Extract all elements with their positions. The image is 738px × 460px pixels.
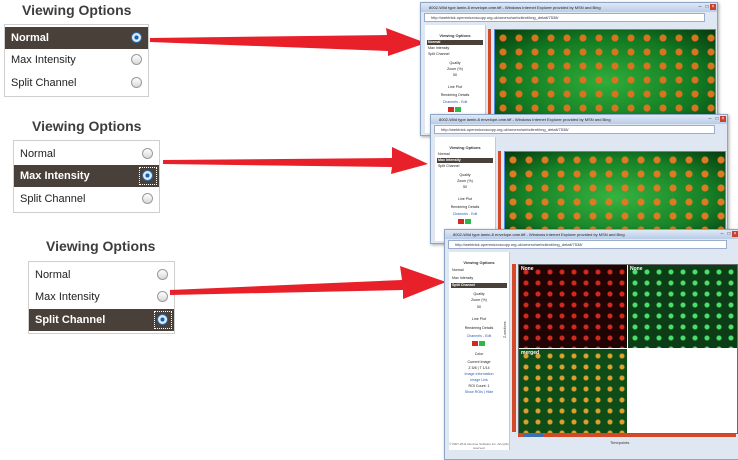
viewer-sidebar: Viewing Options Normal Max Intensity Spl… — [435, 137, 496, 241]
rendering-details-label: Rendering Details — [450, 205, 480, 209]
window-title: 8002-Wild type lamin-8 envelope.ome.tiff… — [431, 115, 727, 124]
image-information-link[interactable]: Image Information — [449, 372, 509, 376]
quality-label: Quality — [449, 61, 461, 65]
current-image-value: Z 5/8 | T 1/14 — [468, 366, 490, 370]
option-max-intensity[interactable]: Max Intensity — [437, 158, 493, 163]
channel-red-toggle[interactable] — [472, 341, 478, 346]
z-axis-label: Z-sections — [503, 321, 507, 338]
sidebar-title: Viewing Options — [439, 33, 471, 38]
sidebar-title: Viewing Options — [463, 260, 495, 265]
channel-green-toggle[interactable] — [455, 107, 461, 112]
line-plot-label[interactable]: Line Plot — [425, 85, 485, 89]
show-rois-link[interactable]: Show ROIs | Hide — [449, 390, 509, 394]
zoom-value[interactable]: 50 — [435, 185, 495, 189]
option-normal[interactable]: Normal — [451, 268, 507, 273]
zoom-value[interactable]: 50 — [425, 73, 485, 77]
z-slider[interactable] — [498, 151, 501, 241]
z-slider[interactable] — [512, 264, 516, 432]
close-icon[interactable]: × — [732, 231, 738, 237]
close-icon[interactable]: × — [710, 4, 716, 10]
close-icon[interactable]: × — [720, 116, 726, 122]
zoom-label: Zoom (%) — [457, 179, 473, 183]
option-split-channel[interactable]: Split Channel — [451, 283, 507, 288]
quality-label: Quality — [459, 173, 471, 177]
address-bar[interactable]: http://webtrick.openmicroscopy.org.uk/om… — [424, 13, 705, 22]
arrow-icon — [163, 147, 428, 174]
rendering-details-label: Rendering Details — [464, 326, 494, 330]
option-max-intensity[interactable]: Max Intensity — [451, 276, 507, 281]
split-channel-grid: None None merged — [518, 264, 738, 434]
panel-label: merged — [521, 350, 540, 356]
address-bar[interactable]: http://webtrick.openmicroscopy.org.uk/om… — [448, 240, 727, 249]
browser-window-max-intensity: 8002-Wild type lamin-8 envelope.ome.tiff… — [430, 114, 728, 244]
channel-green-toggle[interactable] — [479, 341, 485, 346]
t-axis-label: Timepoints — [610, 440, 630, 445]
image-link[interactable]: Image Link — [449, 378, 509, 382]
window-title: 8002-Wild type lamin-8 envelope.ome.tiff… — [421, 3, 717, 12]
zoom-label: Zoom (%) — [471, 298, 487, 302]
zoom-value[interactable]: 50 — [449, 305, 509, 309]
channel-red-toggle[interactable] — [448, 107, 454, 112]
current-image-label: Current Image — [467, 360, 491, 364]
t-slider-thumb[interactable] — [523, 434, 543, 437]
zoom-label: Zoom (%) — [447, 67, 463, 71]
address-bar[interactable]: http://webtrick.openmicroscopy.org.uk/om… — [434, 125, 715, 134]
sidebar-title: Viewing Options — [449, 145, 481, 150]
minimize-icon[interactable]: – — [719, 231, 725, 237]
line-plot-label[interactable]: Line Plot — [435, 197, 495, 201]
copyright-text: © 2007-2011 Glencoe Software Inc. All ri… — [449, 442, 509, 450]
option-max-intensity[interactable]: Max Intensity — [427, 46, 483, 51]
panel-label: None — [521, 266, 534, 272]
channel-red-toggle[interactable] — [458, 219, 464, 224]
channels-edit-link[interactable]: Channels - Edit — [425, 100, 485, 104]
line-plot-label[interactable]: Line Plot — [449, 317, 509, 321]
red-channel-panel[interactable]: None — [519, 265, 627, 348]
channel-green-toggle[interactable] — [465, 219, 471, 224]
minimize-icon[interactable]: – — [707, 116, 713, 122]
channels-edit-link[interactable]: Channels - Edit — [449, 334, 509, 338]
color-label[interactable]: Color — [449, 352, 509, 356]
option-normal[interactable]: Normal — [437, 152, 493, 157]
quality-label: Quality — [473, 292, 485, 296]
arrow-icon — [150, 28, 426, 56]
merged-channel-panel[interactable]: merged — [519, 349, 627, 433]
arrow-icon — [170, 266, 446, 299]
roi-count: ROI Count: 1 — [468, 384, 490, 388]
channels-edit-link[interactable]: Channels - Edit — [435, 212, 495, 216]
option-split-channel[interactable]: Split Channel — [427, 52, 483, 57]
option-split-channel[interactable]: Split Channel — [437, 164, 493, 169]
window-title: 8002-Wild type lamin-8 envelope.ome.tiff… — [445, 230, 738, 239]
t-slider[interactable] — [518, 434, 736, 437]
rendering-details-label: Rendering Details — [440, 93, 470, 97]
panel-label: None — [630, 266, 643, 272]
green-channel-panel[interactable]: None — [628, 265, 737, 348]
browser-window-split-channel: 8002-Wild type lamin-8 envelope.ome.tiff… — [444, 229, 738, 460]
viewer-sidebar: Viewing Options Normal Max Intensity Spl… — [449, 252, 510, 450]
minimize-icon[interactable]: – — [697, 4, 703, 10]
option-normal[interactable]: Normal — [427, 40, 483, 45]
